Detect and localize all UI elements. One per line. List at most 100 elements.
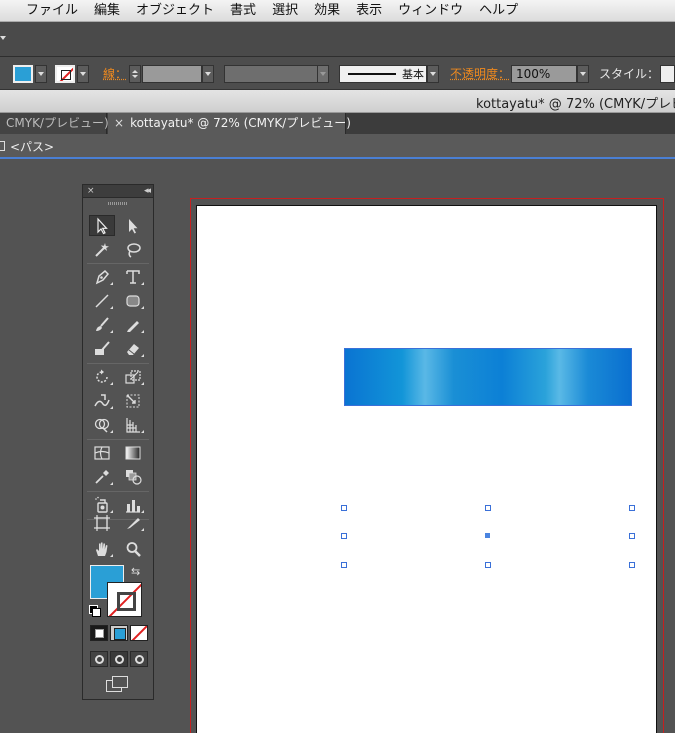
brush-definition-dropdown[interactable]	[427, 65, 439, 83]
menu-edit[interactable]: 編集	[86, 0, 128, 22]
artboard[interactable]	[196, 205, 657, 733]
variable-width-profile[interactable]	[224, 65, 318, 83]
eyedropper-icon	[93, 468, 111, 486]
column-graph-icon	[124, 496, 142, 514]
selection-handle-bottom-right[interactable]	[629, 562, 635, 568]
menu-object[interactable]: オブジェクト	[128, 0, 222, 22]
menu-window[interactable]: ウィンドウ	[390, 0, 471, 22]
warp-tool[interactable]	[89, 390, 115, 411]
app-bar-menu-chevron-icon[interactable]	[0, 36, 6, 40]
blend-tool[interactable]	[120, 466, 146, 487]
draw-inside-button[interactable]	[130, 651, 148, 667]
color-mode-button[interactable]	[90, 625, 108, 641]
stepper-up-icon	[132, 70, 138, 73]
free-transform-tool[interactable]	[120, 390, 146, 411]
selected-gradient-rectangle[interactable]	[344, 348, 632, 406]
shape-builder-icon	[93, 416, 111, 434]
paintbrush-icon	[93, 316, 111, 334]
selection-handle-right[interactable]	[629, 533, 635, 539]
artboard-tool[interactable]	[89, 512, 115, 533]
pencil-tool[interactable]	[120, 314, 146, 335]
lasso-tool[interactable]	[120, 239, 146, 260]
direct-selection-tool[interactable]	[120, 215, 146, 236]
tab-document-active[interactable]: × kottayatu* @ 72% (CMYK/プレビュー)	[108, 113, 346, 134]
tab-document-inactive[interactable]: CMYK/プレビュー)	[0, 113, 107, 134]
tool-group-divider	[87, 439, 149, 440]
rotate-icon	[93, 368, 111, 386]
draw-behind-button[interactable]	[110, 651, 128, 667]
symbol-sprayer-icon	[93, 496, 111, 514]
paintbrush-tool[interactable]	[89, 314, 115, 335]
stroke-weight-stepper[interactable]	[129, 65, 141, 83]
draw-normal-button[interactable]	[90, 651, 108, 667]
opacity-dropdown[interactable]	[577, 65, 589, 83]
perspective-grid-tool[interactable]	[120, 414, 146, 435]
stroke-color-swatch[interactable]	[55, 65, 75, 83]
perspective-grid-icon	[124, 416, 142, 434]
eraser-icon	[124, 340, 142, 358]
selection-handle-bottom-left[interactable]	[341, 562, 347, 568]
selection-arrow-icon	[93, 217, 111, 235]
chevron-down-icon	[580, 72, 586, 76]
tool-group-divider	[87, 263, 149, 264]
stroke-weight-label[interactable]: 線：	[103, 65, 127, 83]
fill-color-dropdown[interactable]	[35, 65, 47, 83]
eyedropper-tool[interactable]	[89, 466, 115, 487]
zoom-tool[interactable]	[120, 538, 146, 559]
hand-tool[interactable]	[89, 538, 115, 559]
tool-group-divider	[87, 363, 149, 364]
isolation-breadcrumb: <パス>	[0, 134, 675, 159]
chevron-down-icon	[430, 72, 436, 76]
brush-definition-select[interactable]: 基本	[339, 65, 427, 83]
stroke-color-dropdown[interactable]	[77, 65, 89, 83]
screen-mode-icon[interactable]	[106, 676, 128, 692]
swap-fill-stroke-icon[interactable]: ⇆	[131, 565, 140, 578]
magnifier-icon	[124, 540, 142, 558]
selection-handle-left[interactable]	[341, 533, 347, 539]
selection-handle-bottom[interactable]	[485, 562, 491, 568]
close-icon[interactable]: ×	[87, 185, 95, 198]
variable-width-dropdown[interactable]	[317, 65, 329, 83]
stroke-color-box[interactable]	[107, 582, 142, 617]
opacity-label[interactable]: 不透明度：	[450, 65, 510, 83]
menu-select[interactable]: 選択	[264, 0, 306, 22]
magic-wand-tool[interactable]	[89, 239, 115, 260]
default-fill-stroke-icon[interactable]	[89, 605, 100, 616]
mesh-tool[interactable]	[89, 442, 115, 463]
graphic-style-swatch[interactable]	[660, 65, 675, 83]
gradient-tool[interactable]	[120, 442, 146, 463]
selection-handle-top-right[interactable]	[629, 505, 635, 511]
gradient-mode-button[interactable]	[110, 625, 128, 641]
rounded-rectangle-tool[interactable]	[120, 290, 146, 311]
pencil-icon	[124, 316, 142, 334]
selection-handle-top-left[interactable]	[341, 505, 347, 511]
menu-effect[interactable]: 効果	[306, 0, 348, 22]
selection-tool[interactable]	[89, 215, 115, 236]
menu-help[interactable]: ヘルプ	[471, 0, 526, 22]
menu-type[interactable]: 書式	[222, 0, 264, 22]
selection-handle-top[interactable]	[485, 505, 491, 511]
menu-file[interactable]: ファイル	[18, 0, 86, 22]
pen-tool[interactable]	[89, 266, 115, 287]
shape-builder-tool[interactable]	[89, 414, 115, 435]
rotate-tool[interactable]	[89, 366, 115, 387]
artboard-icon	[93, 514, 111, 532]
scale-tool[interactable]	[120, 366, 146, 387]
collapse-panel-icon[interactable]: ◂◂	[144, 185, 149, 198]
panel-grip-handle[interactable]	[108, 202, 128, 205]
breadcrumb-path[interactable]: <パス>	[10, 138, 54, 155]
eraser-tool[interactable]	[120, 338, 146, 359]
slice-knife-icon	[124, 514, 142, 532]
line-segment-tool[interactable]	[89, 290, 115, 311]
stroke-weight-field[interactable]	[142, 65, 202, 83]
tools-panel-header[interactable]: × ◂◂	[83, 185, 153, 198]
stroke-weight-dropdown[interactable]	[202, 65, 214, 83]
none-mode-button[interactable]	[130, 625, 148, 641]
slice-tool[interactable]	[120, 512, 146, 533]
opacity-field[interactable]: 100%	[511, 65, 577, 83]
fill-color-swatch[interactable]	[13, 65, 33, 83]
blob-brush-tool[interactable]	[89, 338, 115, 359]
close-icon[interactable]: ×	[114, 113, 124, 133]
menu-view[interactable]: 表示	[348, 0, 390, 22]
type-tool[interactable]	[120, 266, 146, 287]
